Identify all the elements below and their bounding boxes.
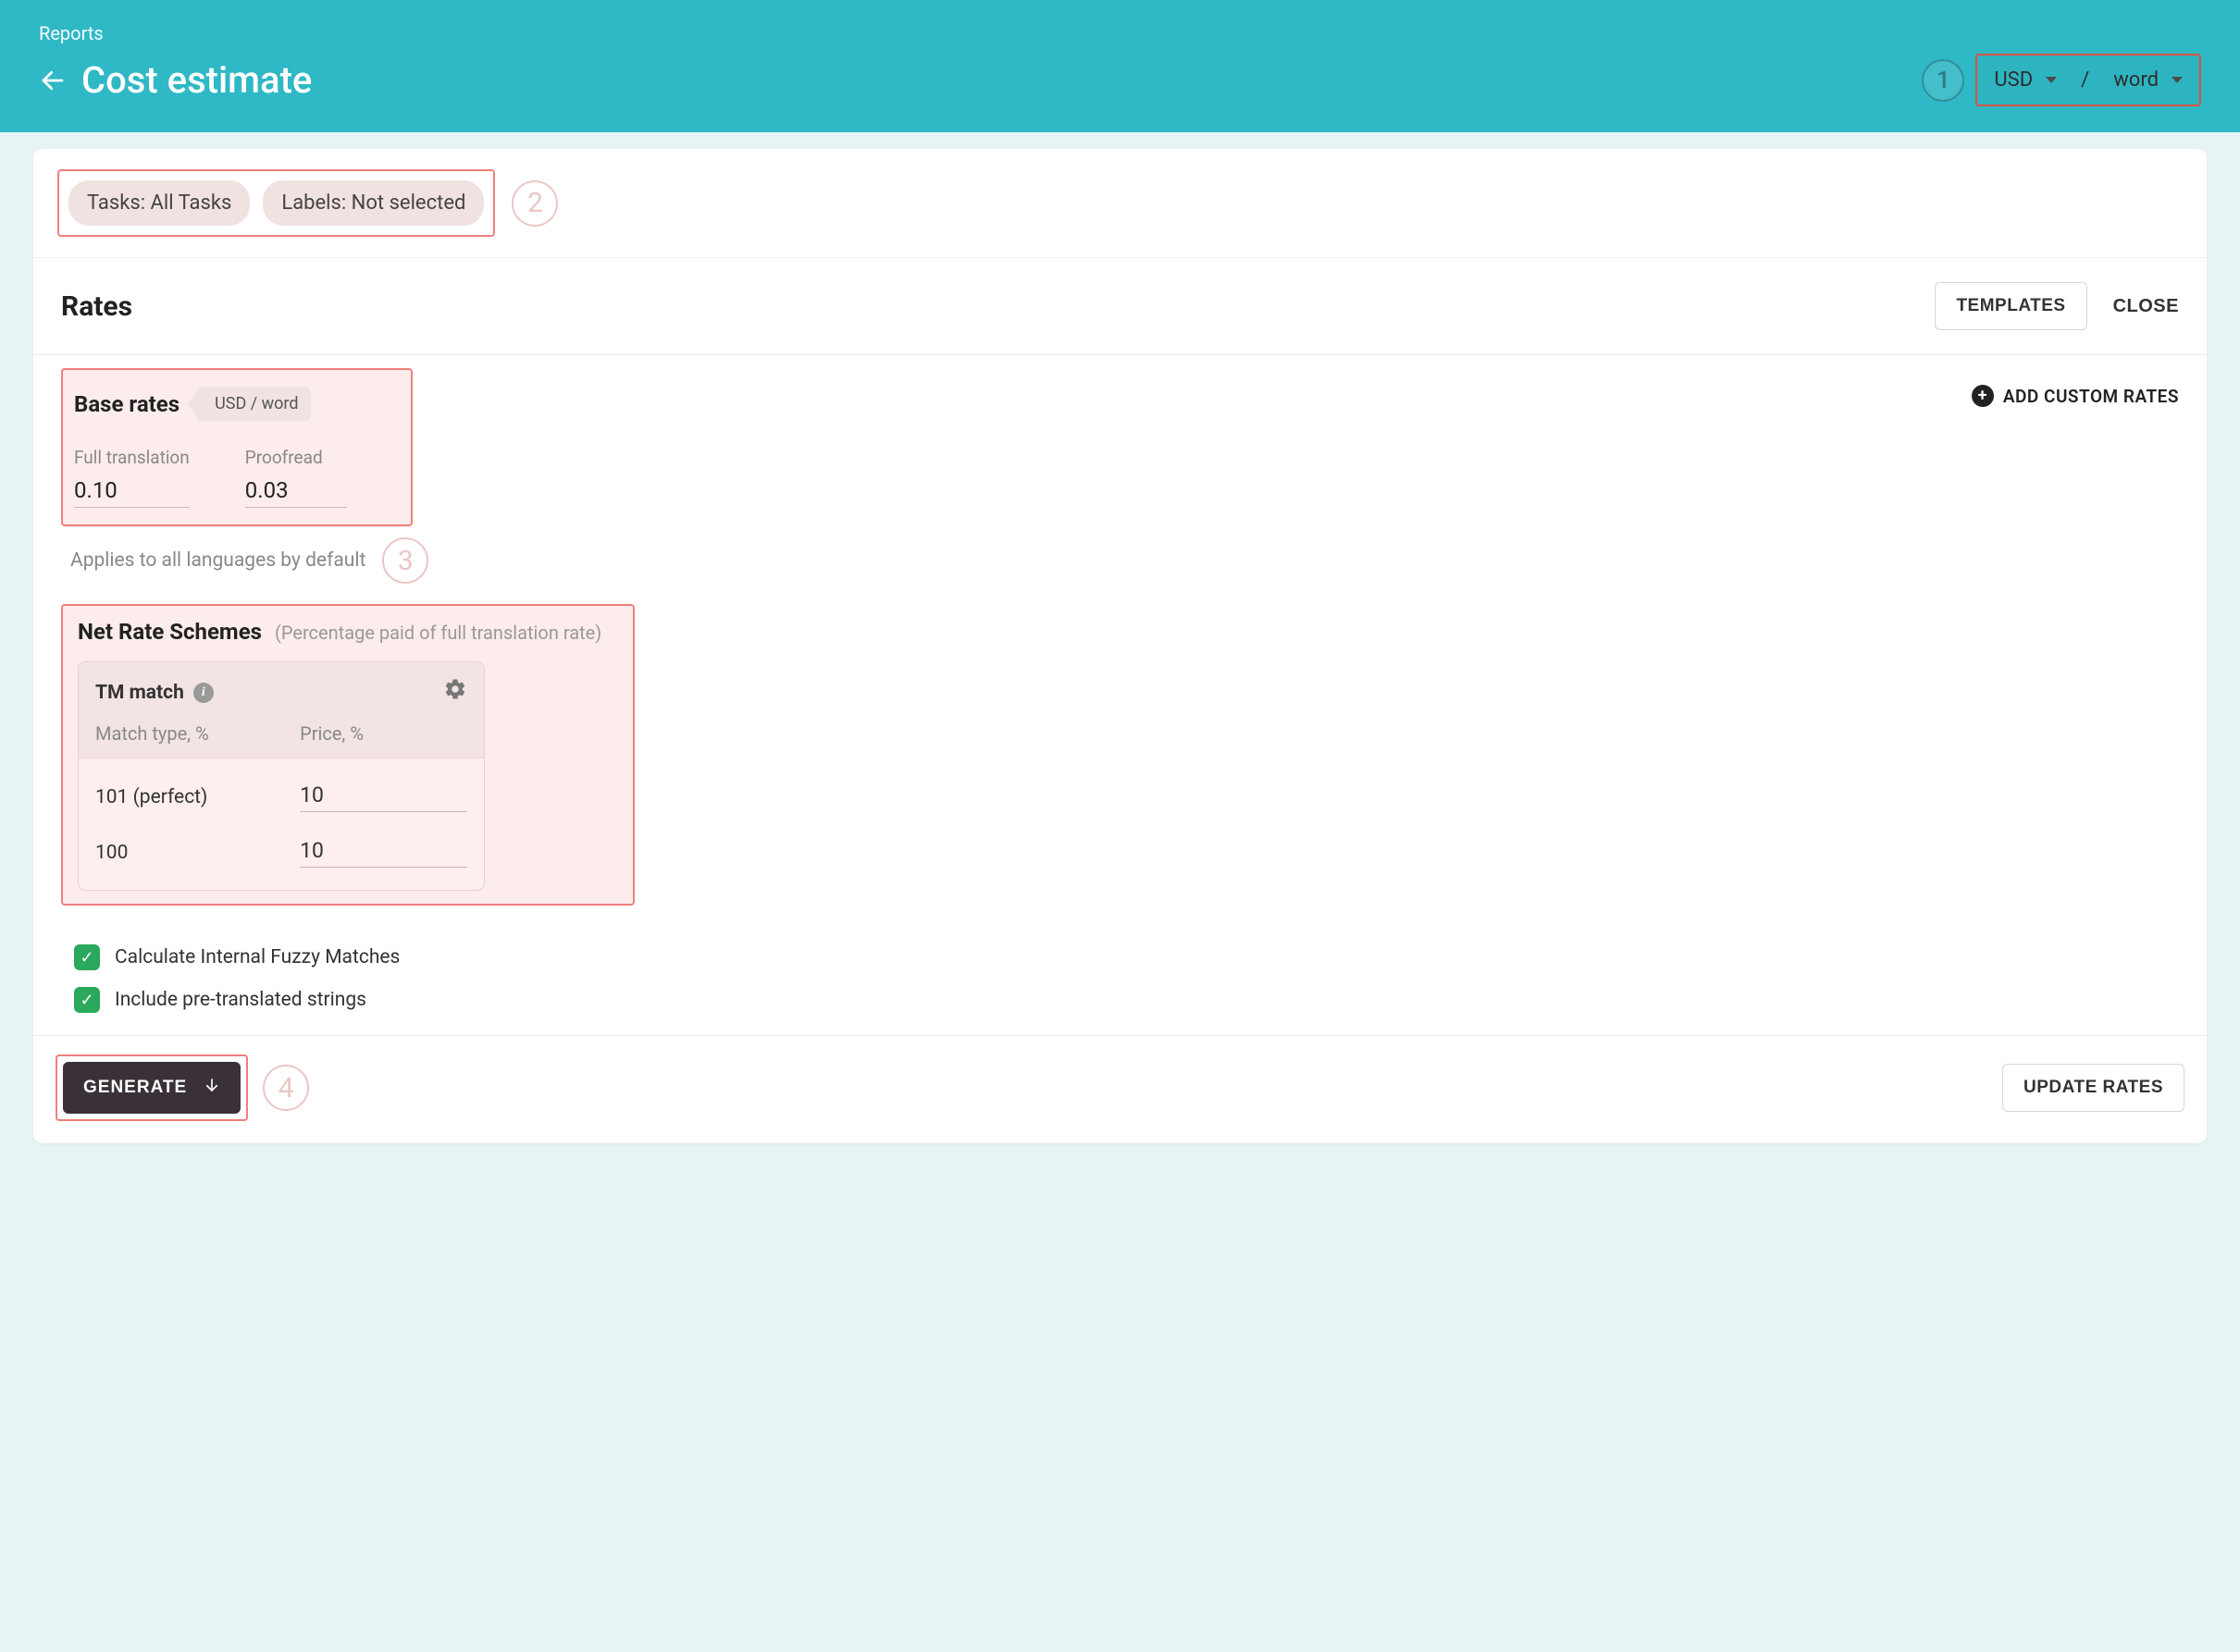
app-header: Reports Cost estimate 1 USD / word — [0, 0, 2240, 132]
full-translation-rate-input[interactable]: 0.10 — [74, 477, 190, 508]
close-button[interactable]: CLOSE — [2113, 296, 2179, 317]
fuzzy-label: Calculate Internal Fuzzy Matches — [115, 946, 400, 968]
generate-label: GENERATE — [83, 1078, 187, 1098]
base-rates-title-row: Base rates USD / word — [74, 387, 392, 421]
breadcrumb[interactable]: Reports — [39, 22, 2201, 44]
tm-card-header: TM match i Match type, % Price, % — [79, 662, 484, 758]
tm-price-input[interactable]: 10 — [300, 838, 467, 868]
main-card: Tasks: All Tasks Labels: Not selected 2 … — [33, 149, 2207, 1143]
tm-col-match-header: Match type, % — [95, 722, 300, 745]
base-rate-col: Full translation 0.10 — [74, 447, 190, 508]
net-rate-schemes-section: Net Rate Schemes (Percentage paid of ful… — [33, 584, 2207, 928]
applies-note-text: Applies to all languages by default — [70, 549, 365, 572]
currency-unit-group: 1 USD / word — [1922, 54, 2201, 106]
back-arrow-icon[interactable] — [39, 67, 67, 94]
option-fuzzy-row: ✓ Calculate Internal Fuzzy Matches — [33, 928, 2207, 970]
step-badge-4: 4 — [263, 1065, 309, 1111]
page-title: Cost estimate — [81, 58, 312, 102]
tm-col-price-header: Price, % — [300, 722, 467, 745]
tm-row: 100 10 — [95, 838, 467, 868]
proofread-rate-input[interactable]: 0.03 — [245, 477, 347, 508]
currency-value: USD — [1994, 68, 2033, 92]
net-rate-schemes-highlight: Net Rate Schemes (Percentage paid of ful… — [61, 604, 635, 906]
base-rates-title: Base rates — [74, 391, 179, 417]
tm-title: TM match i — [95, 682, 214, 704]
chevron-down-icon — [2172, 77, 2183, 83]
chevron-down-icon — [2046, 77, 2057, 83]
title-row: Cost estimate 1 USD / word — [39, 54, 2201, 106]
templates-button[interactable]: TEMPLATES — [1935, 282, 2086, 330]
base-rates-columns: Full translation 0.10 Proofread 0.03 — [74, 447, 392, 508]
nrs-subtitle: (Percentage paid of full translation rat… — [275, 622, 601, 644]
nrs-title: Net Rate Schemes — [78, 619, 262, 645]
tm-row: 101 (perfect) 10 — [95, 783, 467, 812]
add-custom-rates-button[interactable]: + ADD CUSTOM RATES — [1972, 385, 2179, 407]
rates-actions: TEMPLATES CLOSE — [1935, 282, 2179, 330]
currency-unit-highlight: USD / word — [1975, 54, 2201, 106]
unit-tag: USD / word — [196, 387, 311, 421]
tasks-filter-chip[interactable]: Tasks: All Tasks — [68, 180, 250, 226]
tm-title-text: TM match — [95, 682, 184, 704]
pretranslated-label: Include pre-translated strings — [115, 989, 366, 1011]
base-rate-label: Proofread — [245, 447, 347, 468]
step-badge-2: 2 — [512, 180, 558, 227]
option-pretranslated-row: ✓ Include pre-translated strings — [33, 970, 2207, 1013]
footer-bar: GENERATE 4 UPDATE RATES — [33, 1035, 2207, 1143]
step-badge-3: 3 — [382, 537, 428, 584]
pretranslated-checkbox[interactable]: ✓ — [74, 987, 100, 1013]
nrs-title-row: Net Rate Schemes (Percentage paid of ful… — [78, 619, 618, 645]
info-icon[interactable]: i — [193, 683, 214, 703]
filters-section: Tasks: All Tasks Labels: Not selected 2 — [33, 149, 2207, 258]
add-custom-label: ADD CUSTOM RATES — [2003, 386, 2179, 407]
applies-note-row: Applies to all languages by default 3 — [33, 526, 2207, 584]
rates-title: Rates — [61, 290, 132, 323]
gear-icon[interactable] — [443, 677, 467, 708]
base-rates-row: Base rates USD / word Full translation 0… — [33, 355, 2207, 526]
base-rates-highlight: Base rates USD / word Full translation 0… — [61, 368, 413, 526]
fuzzy-checkbox[interactable]: ✓ — [74, 944, 100, 970]
step-badge-1: 1 — [1922, 59, 1964, 102]
unit-select[interactable]: word — [2097, 55, 2199, 105]
plus-icon: + — [1972, 385, 1994, 407]
tm-match-type: 100 — [95, 842, 300, 864]
rates-header: Rates TEMPLATES CLOSE — [33, 258, 2207, 355]
generate-button[interactable]: GENERATE — [63, 1062, 241, 1114]
currency-divider: / — [2073, 68, 2097, 92]
tm-head-top: TM match i — [95, 677, 467, 708]
base-rate-col: Proofread 0.03 — [245, 447, 347, 508]
tm-price-input[interactable]: 10 — [300, 783, 467, 812]
tm-body: 101 (perfect) 10 100 10 — [79, 758, 484, 890]
base-rate-label: Full translation — [74, 447, 190, 468]
download-arrow-icon — [204, 1077, 220, 1099]
tm-match-type: 101 (perfect) — [95, 786, 300, 808]
tm-match-card: TM match i Match type, % Price, % — [78, 661, 485, 891]
update-rates-button[interactable]: UPDATE RATES — [2002, 1064, 2184, 1112]
unit-value: word — [2113, 68, 2159, 92]
generate-highlight: GENERATE — [56, 1054, 248, 1121]
title-left: Cost estimate — [39, 58, 312, 102]
labels-filter-chip[interactable]: Labels: Not selected — [263, 180, 484, 226]
filters-highlight: Tasks: All Tasks Labels: Not selected — [57, 169, 495, 237]
currency-select[interactable]: USD — [1977, 55, 2073, 105]
tm-column-headers: Match type, % Price, % — [95, 722, 467, 745]
generate-group: GENERATE 4 — [56, 1054, 309, 1121]
